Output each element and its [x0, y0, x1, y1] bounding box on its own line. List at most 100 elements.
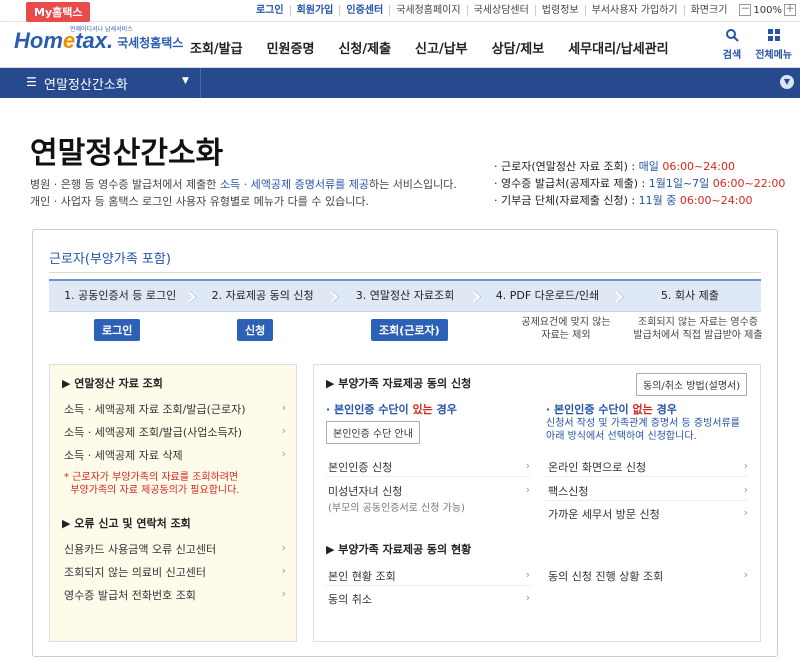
dept-user-link[interactable]: 부서사용자 가입하기	[586, 4, 685, 16]
zoom-value: 100%	[753, 4, 782, 16]
left-menu-box: ▶ 연말정산 자료 조회 소득 · 세액공제 자료 조회/발급(근로자) › 소득…	[49, 364, 297, 642]
page-description: 병원 · 은행 등 영수증 발급처에서 제출한 소득 · 세액공제 증명서류를 …	[30, 178, 457, 208]
howto-button[interactable]: 동의/취소 방법(설명서)	[636, 373, 748, 396]
hours-issuer: 영수증 발급처(공제자료 제출) : 1월1일~7일 06:00~22:00	[494, 175, 785, 192]
menu-icon[interactable]: ☰	[26, 75, 37, 89]
divider	[326, 585, 530, 586]
section-heading-status: ▶ 부양가족 자료제공 동의 현황	[326, 543, 472, 556]
nav-item-consult[interactable]: 상담/제보	[492, 38, 545, 57]
chevron-right-icon: ›	[525, 459, 530, 472]
search-icon	[725, 28, 739, 46]
step-4: 4. PDF 다운로드/인쇄 ›	[495, 279, 625, 312]
chevron-right-icon: ›	[525, 568, 530, 581]
apply-button[interactable]: 신청	[237, 319, 274, 341]
cert-center-link[interactable]: 인증센터	[340, 4, 391, 16]
list-item[interactable]: 소득 · 세액공제 조회/발급(사업소득자) ›	[64, 424, 286, 440]
all-menu-button[interactable]: 전체메뉴	[755, 28, 792, 61]
page-title: 연말정산간소화	[30, 136, 224, 171]
nav-item-inquiry[interactable]: 조회/발급	[190, 38, 243, 57]
list-item[interactable]: 소득 · 세액공제 자료 조회/발급(근로자) ›	[64, 401, 286, 417]
grid-icon	[767, 28, 781, 46]
chevron-right-icon: ›	[281, 541, 286, 554]
sub-nav-bar: ☰ 연말정산간소화 ▼ ▼	[0, 68, 800, 98]
hours-donation: 기부금 단체(자료제출 신청) : 11월 중 06:00~24:00	[494, 192, 785, 209]
worker-panel: 근로자(부양가족 포함) 1. 공동인증서 등 로그인 › 2. 자료제공 동의 …	[32, 229, 778, 657]
logo-tagline: 언제어디서나 납세서비스	[70, 26, 133, 33]
chevron-right-icon: ›	[743, 506, 748, 519]
chevron-right-icon: ›	[743, 483, 748, 496]
hometax-logo[interactable]: 언제어디서나 납세서비스 Hometax. 국세청홈택스	[14, 26, 184, 54]
list-item[interactable]: 본인인증 신청 ›	[328, 459, 530, 475]
list-item[interactable]: 온라인 화면으로 신청 ›	[548, 459, 748, 475]
section-heading-consent: ▶ 부양가족 자료제공 동의 신청	[326, 377, 472, 390]
right-menu-box: ▶ 부양가족 자료제공 동의 신청 동의/취소 방법(설명서) · 본인인증 수…	[313, 364, 761, 642]
no-auth-heading: · 본인인증 수단이 없는 경우	[546, 403, 677, 416]
top-bar: My홈택스 로그인 회원가입 인증센터 국세청홈페이지 국세상담센터 법령정보 …	[0, 0, 800, 22]
query-worker-button[interactable]: 조회(근로자)	[371, 319, 448, 341]
list-item[interactable]: 조회되지 않는 의료비 신고센터 ›	[64, 564, 286, 580]
has-auth-heading: · 본인인증 수단이 있는 경우	[326, 403, 457, 416]
step-1: 1. 공동인증서 등 로그인 ›	[64, 279, 198, 312]
nav-item-certificate[interactable]: 민원증명	[267, 38, 315, 57]
expand-icon[interactable]: ▼	[780, 75, 794, 89]
step-2: 2. 자료제공 동의 신청 ›	[211, 279, 340, 312]
list-item[interactable]: 소득 · 세액공제 자료 삭제 ›	[64, 447, 286, 463]
signup-link[interactable]: 회원가입	[291, 4, 341, 16]
chevron-right-icon: ›	[281, 424, 286, 437]
step-5: 5. 회사 제출	[660, 289, 719, 302]
divider	[546, 476, 748, 477]
divider	[546, 500, 748, 501]
zoom-out-button[interactable]: －	[739, 4, 752, 16]
screen-size-label: 화면크기	[690, 4, 728, 16]
step-3: 3. 연말정산 자료조회 ›	[355, 279, 483, 312]
header-icons: 검색 전체메뉴	[723, 28, 792, 61]
list-item[interactable]: 동의 신청 진행 상황 조회 ›	[548, 568, 748, 584]
list-item[interactable]: 본인 현황 조회 ›	[328, 568, 530, 584]
list-item[interactable]: 영수증 발급처 전화번호 조회 ›	[64, 587, 286, 603]
chevron-right-icon: ›	[281, 564, 286, 577]
section-heading-query: ▶ 연말정산 자료 조회	[62, 377, 163, 390]
chevron-right-icon: ›	[281, 401, 286, 414]
panel-title: 근로자(부양가족 포함)	[49, 252, 171, 267]
list-item[interactable]: 동의 취소 ›	[328, 591, 530, 607]
dependent-notice: * 근로자가 부양가족의 자료를 조회하려면 부양가족의 자료 제공동의가 필요…	[64, 472, 240, 496]
chevron-right-icon: ›	[743, 568, 748, 581]
step4-note: 공제요건에 맞지 않는 자료는 제외	[521, 317, 611, 341]
chevron-right-icon: ›	[281, 587, 286, 600]
section-heading-error: ▶ 오류 신고 및 연락처 조회	[62, 517, 191, 530]
login-link[interactable]: 로그인	[250, 4, 291, 16]
chevron-right-icon: ›	[281, 447, 286, 460]
nts-home-link[interactable]: 국세청홈페이지	[390, 4, 468, 16]
chevron-right-icon: ›	[743, 459, 748, 472]
consult-center-link[interactable]: 국세상담센터	[468, 4, 536, 16]
step5-note: 조회되지 않는 자료는 영수증 발급처에서 직접 발급받아 제출	[633, 317, 763, 341]
divider	[326, 476, 530, 477]
nav-item-apply[interactable]: 신청/제출	[338, 38, 391, 57]
nav-item-report[interactable]: 신고/납부	[415, 38, 468, 57]
list-item[interactable]: 팩스신청 ›	[548, 483, 748, 499]
no-auth-note: 신청서 작성 및 가족관계 증명서 등 증빙서류를 아래 방식에서 선택하여 신…	[546, 418, 740, 442]
auth-guide-button[interactable]: 본인인증 수단 안내	[326, 421, 420, 444]
chevron-down-icon[interactable]: ▼	[182, 76, 189, 86]
minor-subtext: (부모의 공동인증서로 신청 가능)	[328, 503, 465, 514]
service-hours: 근로자(연말정산 자료 조회) : 매일 06:00~24:00 영수증 발급처…	[494, 158, 785, 209]
nav-item-agent[interactable]: 세무대리/납세관리	[568, 38, 668, 57]
header: 언제어디서나 납세서비스 Hometax. 국세청홈택스 조회/발급 민원증명 …	[0, 22, 800, 68]
list-item[interactable]: 신용카드 사용금액 오류 신고센터 ›	[64, 541, 286, 557]
divider	[49, 272, 761, 273]
my-hometax-link[interactable]: My홈택스	[26, 2, 91, 22]
process-steps: 1. 공동인증서 등 로그인 › 2. 자료제공 동의 신청 › 3. 연말정산 자…	[49, 279, 761, 312]
logo-subtitle: 국세청홈택스	[117, 36, 184, 50]
list-item[interactable]: 미성년자녀 신청 ›	[328, 483, 530, 499]
top-links: 로그인 회원가입 인증센터 국세청홈페이지 국세상담센터 법령정보 부서사용자 …	[250, 4, 796, 16]
sub-nav-title[interactable]: 연말정산간소화	[44, 74, 128, 93]
main-nav: 조회/발급 민원증명 신청/제출 신고/납부 상담/제보 세무대리/납세관리	[190, 38, 669, 57]
zoom-in-button[interactable]: ＋	[784, 4, 796, 16]
chevron-right-icon: ›	[525, 591, 530, 604]
search-button[interactable]: 검색	[723, 28, 741, 61]
divider	[200, 68, 201, 98]
login-button[interactable]: 로그인	[94, 319, 141, 341]
zoom-control: － 100% ＋	[739, 4, 796, 16]
list-item[interactable]: 가까운 세무서 방문 신청 ›	[548, 506, 748, 522]
law-info-link[interactable]: 법령정보	[536, 4, 586, 16]
